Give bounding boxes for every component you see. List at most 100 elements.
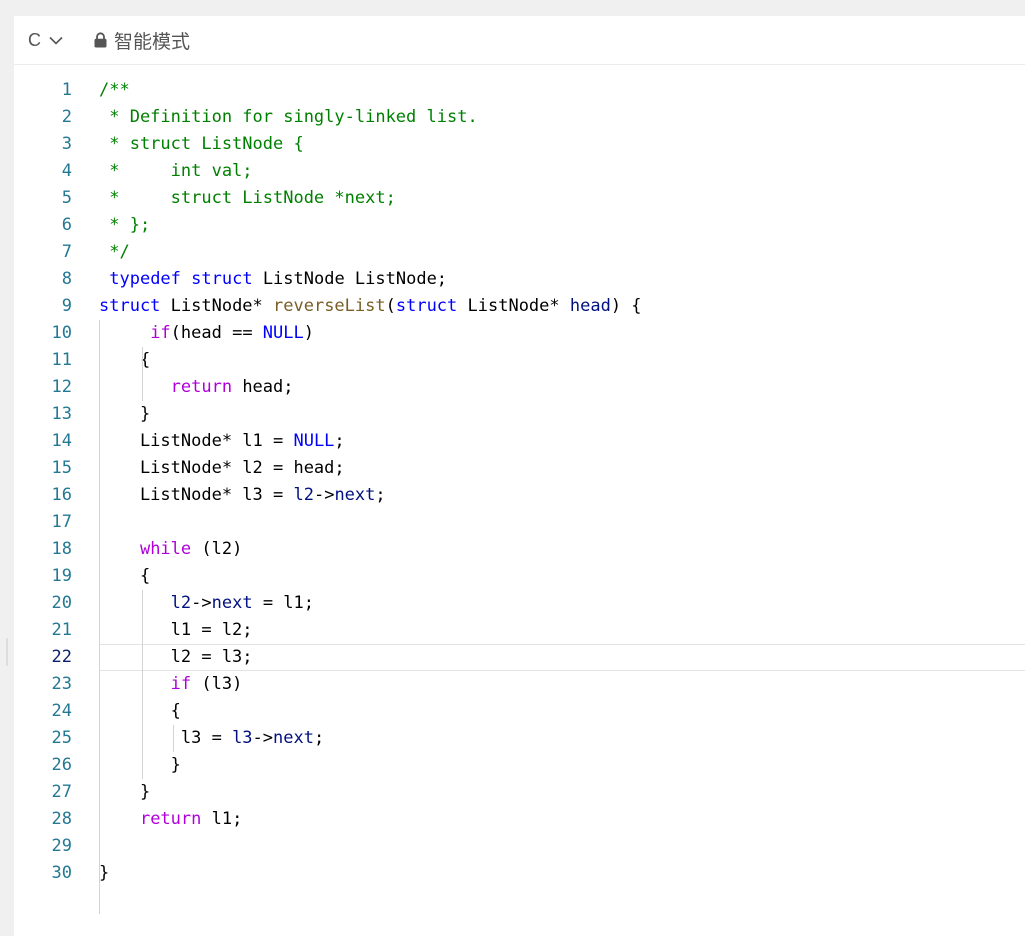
- code-line[interactable]: 25 l3 = l3->next;: [14, 725, 1025, 752]
- code-token: l2: [293, 485, 314, 505]
- code-line[interactable]: 20 l2->next = l1;: [14, 590, 1025, 617]
- code-text: }: [99, 860, 109, 887]
- code-line[interactable]: 28 return l1;: [14, 806, 1025, 833]
- code-line[interactable]: 8 typedef struct ListNode ListNode;: [14, 266, 1025, 293]
- code-line[interactable]: 16 ListNode* l3 = l2->next;: [14, 482, 1025, 509]
- code-line[interactable]: 7 */: [14, 239, 1025, 266]
- code-text: ListNode* l3 = l2->next;: [99, 482, 386, 509]
- code-line[interactable]: 11 {: [14, 347, 1025, 374]
- code-line[interactable]: 19 {: [14, 563, 1025, 590]
- code-line[interactable]: 23 if (l3): [14, 671, 1025, 698]
- code-token: (head ==: [170, 323, 263, 343]
- left-panel-edge: [0, 0, 14, 936]
- chevron-down-icon: [49, 36, 63, 45]
- code-line[interactable]: 17: [14, 509, 1025, 536]
- code-token: * };: [99, 215, 151, 235]
- code-token: (l3): [191, 674, 243, 694]
- code-token: l1;: [201, 809, 243, 829]
- code-token: struct: [395, 296, 458, 316]
- code-text: }: [99, 401, 150, 428]
- code-text: }: [99, 779, 150, 806]
- code-token: }: [99, 755, 181, 775]
- code-text: * struct ListNode *next;: [99, 185, 396, 212]
- line-number: 27: [51, 782, 72, 802]
- code-line[interactable]: 29: [14, 833, 1025, 860]
- code-line[interactable]: 5 * struct ListNode *next;: [14, 185, 1025, 212]
- code-token: struct: [191, 269, 253, 289]
- smart-mode-label: 智能模式: [114, 31, 191, 53]
- code-token: head: [569, 296, 611, 316]
- code-line[interactable]: 9 struct ListNode* reverseList(struct Lis…: [14, 293, 1025, 320]
- code-line[interactable]: 15 ListNode* l2 = head;: [14, 455, 1025, 482]
- line-number: 7: [61, 242, 72, 262]
- code-token: head;: [232, 377, 294, 397]
- line-number: 11: [51, 350, 72, 370]
- indent-guide: [142, 374, 143, 401]
- code-token: ): [303, 323, 314, 343]
- code-line[interactable]: 30}: [14, 860, 1025, 887]
- line-number: 16: [51, 485, 72, 505]
- code-token: while: [139, 539, 192, 559]
- line-number: 24: [51, 701, 72, 721]
- code-line[interactable]: 12 return head;: [14, 374, 1025, 401]
- line-number: 18: [51, 539, 72, 559]
- code-token: typedef: [109, 269, 181, 289]
- code-line[interactable]: 1 /**: [14, 77, 1025, 104]
- code-text: l2 = l3;: [99, 644, 253, 671]
- smart-mode-toggle[interactable]: 智能模式: [94, 29, 191, 53]
- language-select[interactable]: C: [28, 29, 63, 51]
- line-number: 30: [51, 863, 72, 883]
- code-token: ListNode* l3 =: [99, 485, 294, 505]
- line-number: 8: [61, 269, 72, 289]
- top-strip: [14, 0, 1025, 16]
- code-line[interactable]: 22 l2 = l3;: [14, 644, 1025, 671]
- language-label: C: [28, 29, 41, 50]
- code-line[interactable]: 3 * struct ListNode {: [14, 131, 1025, 158]
- code-line[interactable]: 21 l1 = l2;: [14, 617, 1025, 644]
- code-line[interactable]: 27 }: [14, 779, 1025, 806]
- code-text: struct ListNode* reverseList(struct List…: [99, 293, 642, 320]
- code-token: next: [273, 728, 314, 748]
- code-token: }: [99, 404, 151, 424]
- code-editor[interactable]: 1 /** 2 * Definition for singly-linked lis…: [14, 77, 1025, 914]
- code-text: if(head == NULL): [99, 320, 314, 347]
- code-token: {: [99, 566, 151, 586]
- code-line[interactable]: 10 if(head == NULL): [14, 320, 1025, 347]
- code-token: ListNode*: [160, 296, 274, 316]
- code-token: ListNode* l2 = head;: [99, 458, 345, 478]
- code-text: l2->next = l1;: [99, 590, 314, 617]
- code-token: l2: [170, 593, 192, 613]
- code-line[interactable]: 13 }: [14, 401, 1025, 428]
- code-token: ListNode*: [457, 296, 570, 316]
- line-number: 3: [61, 134, 72, 154]
- line-number: 2: [61, 107, 72, 127]
- indent-guide: [142, 347, 143, 374]
- code-line[interactable]: 2 * Definition for singly-linked list.: [14, 104, 1025, 131]
- code-token: ;: [375, 485, 386, 505]
- line-number: 1: [61, 80, 72, 100]
- code-token: NULL: [262, 323, 304, 343]
- code-line[interactable]: 24 {: [14, 698, 1025, 725]
- code-text: return head;: [99, 374, 294, 401]
- code-line[interactable]: 26 }: [14, 752, 1025, 779]
- code-token: * int val;: [99, 161, 253, 181]
- line-number: 13: [51, 404, 72, 424]
- resize-handle[interactable]: [6, 638, 8, 666]
- code-token: (l2): [191, 539, 243, 559]
- lock-icon: [94, 32, 107, 48]
- code-line[interactable]: 6 * };: [14, 212, 1025, 239]
- code-line[interactable]: 4 * int val;: [14, 158, 1025, 185]
- code-token: return: [139, 809, 202, 829]
- code-text: return l1;: [99, 806, 242, 833]
- code-token: * Definition for singly-linked list.: [99, 107, 478, 127]
- indent-guide: [173, 725, 174, 752]
- line-number: 5: [61, 188, 72, 208]
- code-line[interactable]: 18 while (l2): [14, 536, 1025, 563]
- code-line[interactable]: 14 ListNode* l1 = NULL;: [14, 428, 1025, 455]
- line-number: 20: [51, 593, 72, 613]
